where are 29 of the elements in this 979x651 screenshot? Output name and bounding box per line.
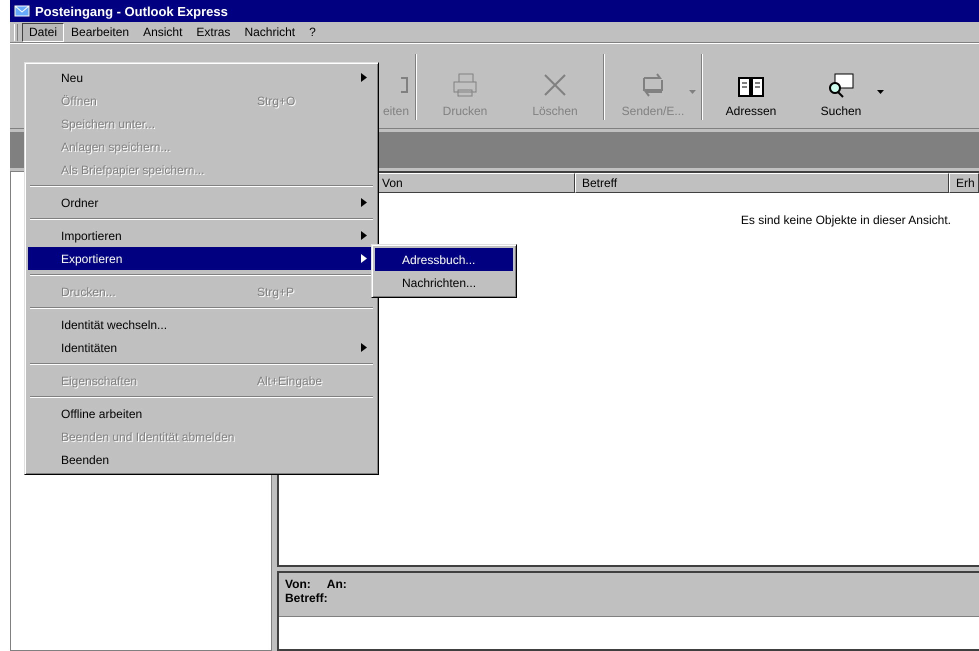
- to-label: An:: [326, 577, 347, 591]
- column-header[interactable]: Erh: [949, 173, 979, 193]
- menu-item[interactable]: Ansicht: [136, 22, 190, 42]
- menu-entry[interactable]: Identität wechseln...: [28, 313, 375, 336]
- empty-message: Es sind keine Objekte in dieser Ansicht.: [740, 213, 951, 227]
- toolbar-button[interactable]: Adressen: [706, 50, 796, 124]
- menu-entry[interactable]: Beenden: [28, 448, 375, 471]
- from-label: Von:: [285, 577, 311, 591]
- book-icon: [737, 74, 765, 98]
- envelope-icon: [14, 4, 30, 18]
- search-icon: [827, 72, 855, 98]
- column-header[interactable]: Betreff: [575, 173, 949, 193]
- menu-entry[interactable]: Identitäten: [28, 336, 375, 359]
- menu-entry[interactable]: Nachrichten...: [375, 271, 513, 294]
- menu-item[interactable]: Datei: [22, 22, 64, 42]
- menu-item[interactable]: Bearbeiten: [64, 22, 136, 42]
- menu-entry[interactable]: Ordner: [28, 191, 375, 214]
- window-title: Posteingang - Outlook Express: [35, 4, 228, 18]
- menu-item[interactable]: Nachricht: [237, 22, 302, 42]
- menu-entry[interactable]: Importieren: [28, 224, 375, 247]
- menu-entry[interactable]: Offline arbeiten: [28, 402, 375, 425]
- menu-entry[interactable]: Adressbuch...: [375, 248, 513, 271]
- toolbar-button[interactable]: Suchen: [796, 50, 886, 124]
- x-icon: [542, 72, 568, 98]
- caret-icon[interactable]: [877, 90, 884, 94]
- menu-item[interactable]: Extras: [189, 22, 238, 42]
- subject-label: Betreff:: [285, 591, 329, 605]
- printer-icon: [451, 72, 479, 98]
- menu-item[interactable]: ?: [302, 22, 323, 42]
